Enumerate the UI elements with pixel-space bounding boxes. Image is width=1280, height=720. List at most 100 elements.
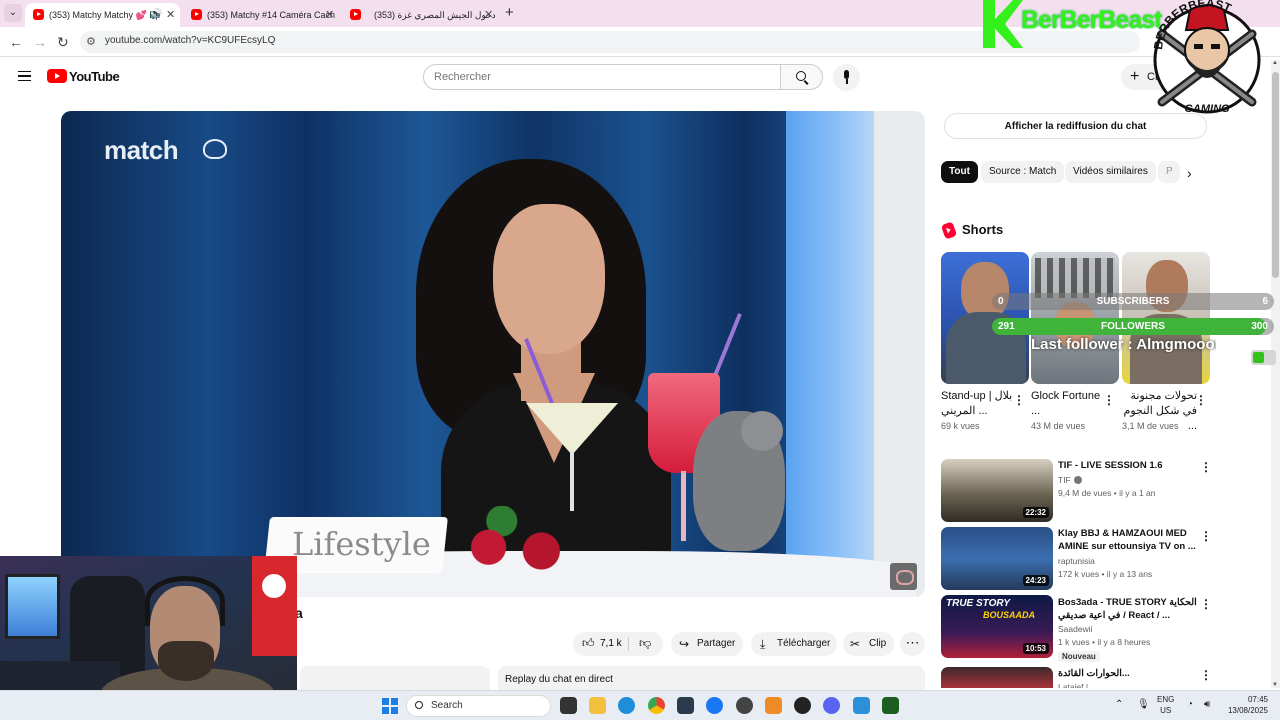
- video-backdrop-light: [786, 111, 874, 597]
- wifi-icon[interactable]: ◔: [1187, 699, 1193, 710]
- more-vert-icon[interactable]: ⋮: [1103, 393, 1115, 407]
- tab-close-icon[interactable]: ✕: [166, 3, 175, 27]
- browser-tab-2[interactable]: (353) Matchy #14 Caméra Cach ✕: [183, 3, 341, 27]
- tab-close-icon[interactable]: ✕: [325, 3, 334, 27]
- youtube-favicon-icon: [350, 9, 361, 20]
- chip-similar-videos[interactable]: Vidéos similaires: [1065, 161, 1156, 183]
- facebook-icon[interactable]: [706, 697, 723, 714]
- handshake-logo-icon: [203, 139, 227, 159]
- app-icon[interactable]: [882, 697, 899, 714]
- tab-close-icon[interactable]: ✕: [484, 3, 493, 27]
- more-vert-icon[interactable]: ⋮: [1200, 668, 1212, 682]
- download-label: Télécharger: [777, 638, 831, 649]
- description-box[interactable]: [300, 666, 490, 690]
- channel-watermark-icon[interactable]: [890, 563, 917, 590]
- more-vert-icon[interactable]: ⋮: [1013, 393, 1025, 407]
- clip-button[interactable]: ✂ Clip: [843, 632, 894, 656]
- short-title[interactable]: Glock Fortune ...: [1031, 389, 1106, 419]
- thumbnail-text: BOUSAADA: [983, 610, 1036, 620]
- edge-icon[interactable]: [618, 697, 635, 714]
- chip-more[interactable]: P: [1158, 161, 1180, 183]
- youtube-logo-text[interactable]: YouTube: [69, 69, 120, 84]
- chip-source-match[interactable]: Source : Match: [981, 161, 1065, 183]
- url-input[interactable]: ⚙ youtube.com/watch?v=KC9UFEcsyLQ: [80, 31, 1140, 53]
- download-icon: ⤓: [760, 637, 766, 651]
- task-view-icon[interactable]: [560, 697, 577, 714]
- new-tab-button[interactable]: +: [505, 4, 514, 22]
- forward-arrow-icon[interactable]: →: [33, 33, 47, 51]
- download-button[interactable]: ⤓ Télécharger: [751, 632, 837, 656]
- duration-badge: 24:23: [1022, 575, 1049, 586]
- channel-name[interactable]: TIF: [1058, 475, 1082, 485]
- browser-tab-3[interactable]: (353) دخول الجيش المصري غزة ✕: [342, 3, 500, 27]
- channel-name[interactable]: Saadewii: [1058, 624, 1093, 634]
- more-vert-icon[interactable]: ⋮: [1200, 529, 1212, 543]
- more-actions-icon[interactable]: ⋯: [900, 632, 925, 656]
- back-arrow-icon[interactable]: ←: [9, 33, 23, 51]
- person-face: [493, 204, 605, 354]
- page-scrollbar[interactable]: ▲ ▼: [1271, 60, 1280, 688]
- search-button[interactable]: [780, 64, 823, 90]
- browser-tab-1[interactable]: (353) Matchy Matchy 💕 Ep 🔊 ✕: [25, 3, 180, 27]
- webcam-person-beard: [158, 641, 214, 681]
- app-icon[interactable]: [765, 697, 782, 714]
- obs-icon[interactable]: [736, 697, 753, 714]
- app-icon[interactable]: [853, 697, 870, 714]
- chevron-up-icon[interactable]: ⌃: [1115, 699, 1123, 710]
- voice-search-mic-icon[interactable]: [833, 64, 860, 91]
- more-vert-icon[interactable]: ⋮: [1200, 597, 1212, 611]
- reload-icon[interactable]: ↻: [57, 33, 69, 51]
- scroll-up-icon[interactable]: ▲: [1272, 60, 1278, 66]
- video-title[interactable]: ...الحوارات القائدة: [1058, 667, 1198, 680]
- app-icon[interactable]: [794, 697, 811, 714]
- scroll-down-icon[interactable]: ▼: [1272, 682, 1278, 688]
- clock-time: 07:45: [1247, 695, 1268, 704]
- clock-date: 13/08/2025: [1227, 706, 1268, 715]
- speaker-icon[interactable]: 🔊: [150, 3, 162, 27]
- short-title[interactable]: Stand-up بلال | المريني ...: [941, 389, 1016, 419]
- video-meta: 1 k vues • il y a 8 heures: [1058, 637, 1151, 647]
- app-icon[interactable]: [677, 697, 694, 714]
- hamburger-menu-icon[interactable]: [18, 71, 31, 81]
- youtube-header: YouTube Rechercher + Créer: [0, 57, 1280, 97]
- file-explorer-icon[interactable]: [589, 697, 606, 714]
- volume-icon[interactable]: 🔊︎: [1204, 699, 1210, 710]
- discord-icon[interactable]: [823, 697, 840, 714]
- divider: [628, 637, 629, 651]
- glass-stem: [681, 471, 686, 541]
- channel-name[interactable]: raptunisia: [1058, 556, 1095, 566]
- chip-all[interactable]: Tout: [941, 161, 978, 183]
- taskbar-search[interactable]: Search: [406, 695, 551, 717]
- chat-replay-header[interactable]: Replay du chat en direct: [498, 666, 925, 690]
- subscribers-goal: 6: [1262, 296, 1268, 307]
- site-info-icon[interactable]: ⚙: [86, 35, 96, 48]
- system-clock[interactable]: 07:45 13/08/2025: [1226, 694, 1268, 716]
- thumbs-up-icon[interactable]: 👍︎: [582, 636, 595, 651]
- video-thumbnail[interactable]: 24:23: [941, 527, 1053, 590]
- youtube-logo-icon[interactable]: [47, 69, 67, 83]
- windows-taskbar: Search ⌃ 🎙︎ ENG US ◔ 🔊︎ 07:45 13/08/2025: [0, 690, 1280, 720]
- input-language[interactable]: ENG US: [1157, 694, 1174, 716]
- microphone-icon[interactable]: 🎙︎: [1137, 699, 1150, 710]
- tab-list-button[interactable]: ⌄: [4, 4, 22, 22]
- share-button[interactable]: ↪ Partager: [671, 632, 743, 656]
- video-title[interactable]: TIF - LIVE SESSION 1.6: [1058, 459, 1198, 472]
- video-thumbnail[interactable]: TRUE STORY BOUSAADA 10:53: [941, 595, 1053, 658]
- video-title[interactable]: Klay BBJ & HAMZAOUI MED AMINE sur ettoun…: [1058, 527, 1198, 553]
- more-vert-icon[interactable]: ⋮: [1200, 460, 1212, 474]
- video-thumbnail[interactable]: [941, 667, 1053, 688]
- scrollbar-thumb[interactable]: [1272, 72, 1279, 278]
- search-input[interactable]: Rechercher: [423, 64, 781, 90]
- windows-start-icon[interactable]: [382, 698, 398, 714]
- video-thumbnail[interactable]: 22:32: [941, 459, 1053, 522]
- brand-name: BerBerBeast: [1021, 6, 1162, 34]
- video-title[interactable]: Bos3ada - TRUE STORY الحكاية في اعية صدي…: [1058, 596, 1198, 622]
- chevron-right-icon[interactable]: ›: [1187, 165, 1192, 181]
- more-vert-icon[interactable]: ⋮: [1195, 393, 1207, 407]
- thumbs-down-icon[interactable]: 👎︎: [639, 636, 651, 651]
- video-player[interactable]: match Lifestyle: [61, 111, 925, 597]
- short-views: 3,1 M de vues: [1122, 421, 1179, 431]
- like-count[interactable]: 7,1 k: [600, 632, 622, 656]
- channel-name[interactable]: Lataief | ...: [1058, 682, 1098, 688]
- chrome-icon[interactable]: [648, 697, 665, 714]
